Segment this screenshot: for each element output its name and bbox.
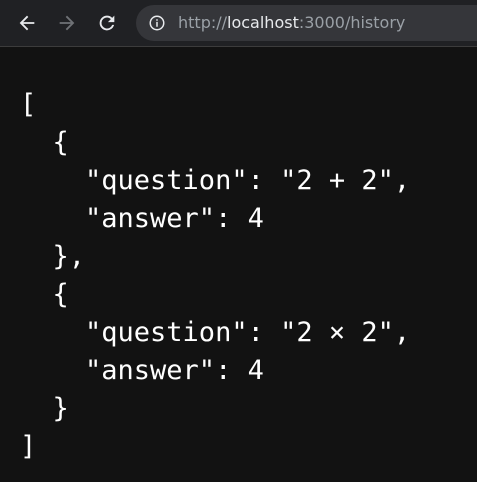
url-text[interactable]: http://localhost:3000/history xyxy=(178,5,405,41)
reload-icon xyxy=(99,15,115,31)
url-prefix: http:// xyxy=(178,13,228,32)
json-line: "question": "2 + 2", xyxy=(20,165,411,196)
json-line: [ xyxy=(20,89,37,120)
reload-button[interactable] xyxy=(93,9,121,37)
back-button[interactable] xyxy=(13,9,41,37)
address-bar[interactable]: http://localhost:3000/history xyxy=(136,5,477,41)
json-line: { xyxy=(20,279,69,310)
json-line: }, xyxy=(20,241,86,272)
json-viewer: [ { "question": "2 + 2", "answer": 4 }, … xyxy=(0,47,477,482)
url-path: :3000/history xyxy=(298,13,406,32)
json-line: "answer": 4 xyxy=(20,203,264,234)
arrow-left-icon xyxy=(19,15,35,31)
info-circle-icon[interactable] xyxy=(148,14,166,32)
json-line: "answer": 4 xyxy=(20,355,264,386)
url-host: localhost xyxy=(227,13,299,32)
forward-button[interactable] xyxy=(53,9,81,37)
browser-toolbar: http://localhost:3000/history xyxy=(0,0,477,46)
arrow-right-icon xyxy=(59,15,75,31)
json-line: { xyxy=(20,127,69,158)
json-line: } xyxy=(20,393,69,424)
json-line: ] xyxy=(20,431,37,462)
json-line: "question": "2 × 2", xyxy=(20,317,411,348)
